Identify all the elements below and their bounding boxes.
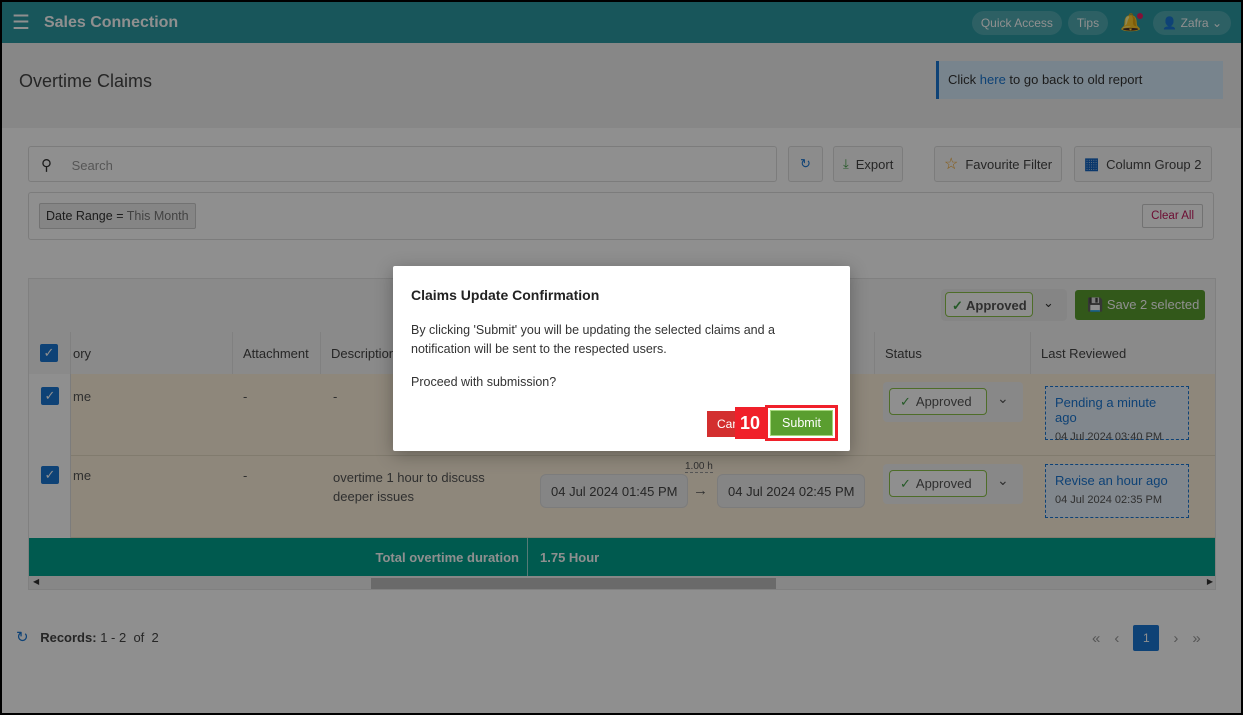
submit-highlight: Submit: [765, 405, 838, 441]
submit-button[interactable]: Submit: [770, 410, 833, 436]
dialog-message: By clicking 'Submit' you will be updatin…: [411, 323, 775, 356]
step-annotation-badge: 10: [735, 407, 765, 439]
dialog-question: Proceed with submission?: [411, 375, 557, 389]
confirmation-dialog: Claims Update Confirmation By clicking '…: [393, 266, 850, 451]
dialog-title: Claims Update Confirmation: [411, 287, 600, 303]
